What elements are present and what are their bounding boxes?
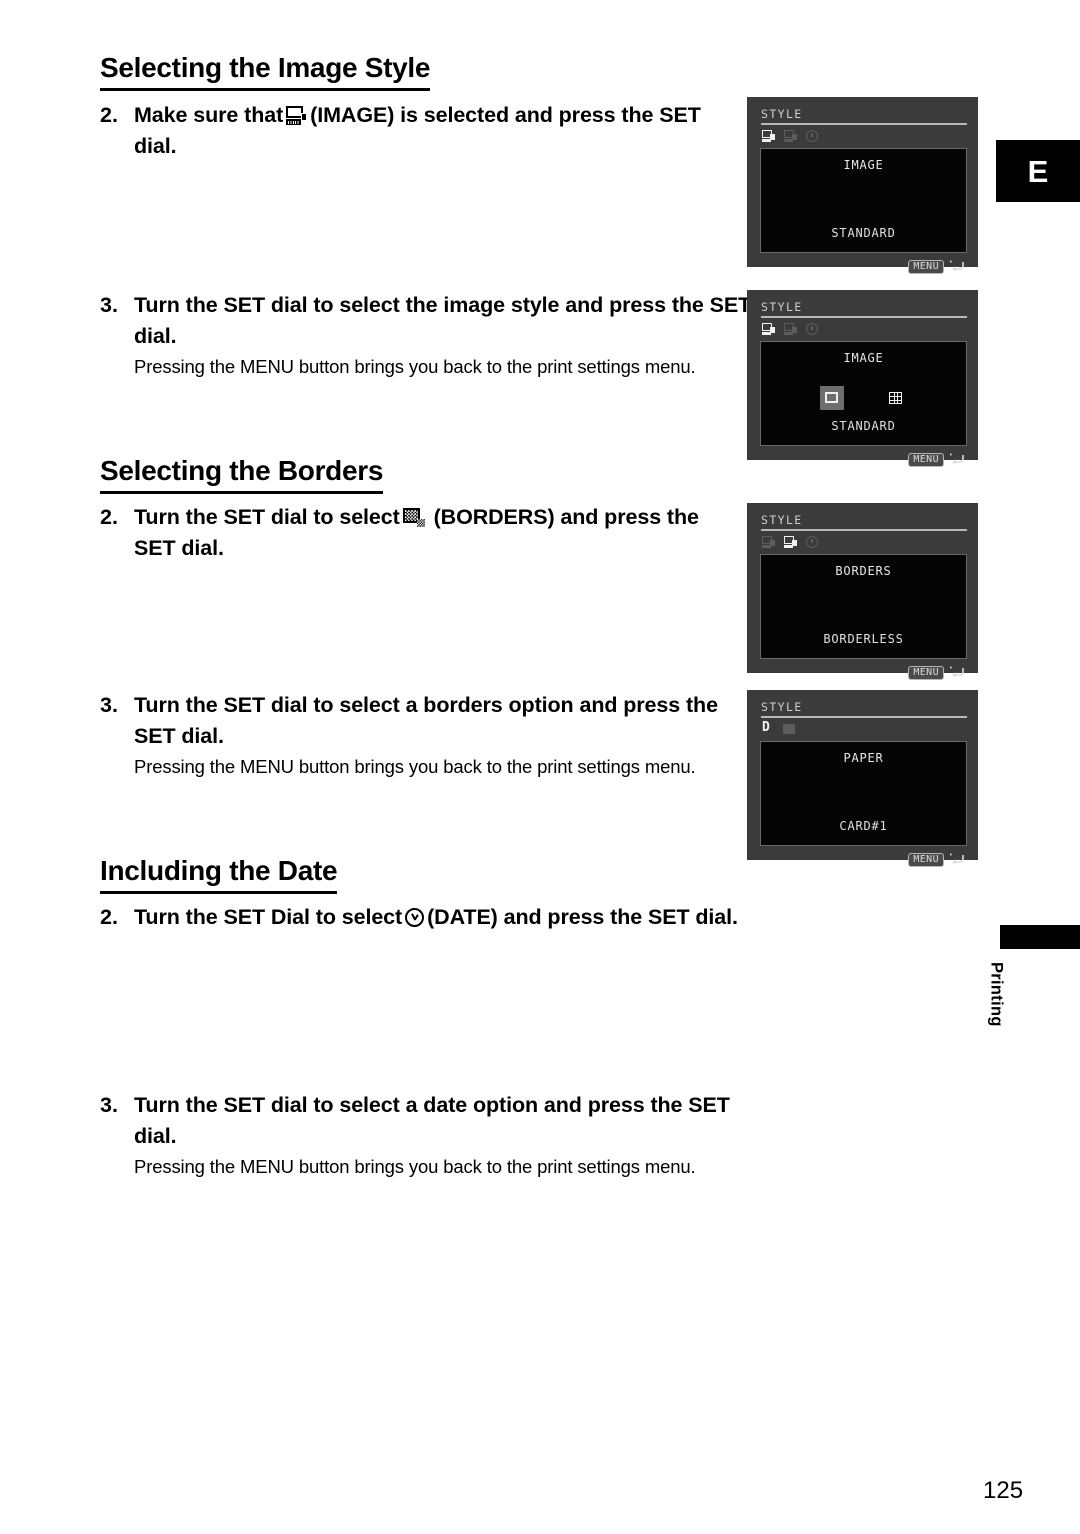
step-number: 2. <box>100 505 118 529</box>
lcd-body: IMAGE STANDARD <box>760 147 967 253</box>
date-clock-icon <box>405 908 425 927</box>
step-image-style-2: 2. Make sure that (IMAGE) is selected and… <box>100 100 730 161</box>
lcd-screenshot-image-options: STYLE IMAGE STANDARD MENU <box>747 290 978 467</box>
edge-tab-marker <box>1000 925 1080 949</box>
borders-tab-icon[interactable] <box>784 130 797 142</box>
step-note: Pressing the MENU button brings you back… <box>134 1156 696 1178</box>
borders-tab-icon[interactable] <box>784 323 797 335</box>
step-number: 3. <box>100 693 118 717</box>
step-number: 2. <box>100 103 118 127</box>
lcd-body: IMAGE STANDARD <box>760 340 967 446</box>
lcd-tab-row <box>762 322 967 337</box>
lcd-divider <box>761 715 967 718</box>
lcd-item-label: IMAGE <box>843 157 884 172</box>
menu-button[interactable]: MENU <box>908 452 944 467</box>
menu-button[interactable]: MENU <box>908 665 944 680</box>
lcd-title: STYLE <box>761 513 803 527</box>
lcd-item-label: BORDERS <box>835 563 892 578</box>
lcd-item-label: IMAGE <box>843 350 884 365</box>
lcd-value-label: BORDERLESS <box>823 631 904 646</box>
borders-tab-icon[interactable] <box>784 536 797 548</box>
step-borders-3: 3. Turn the SET dial to select a borders… <box>100 690 755 781</box>
page-number: 125 <box>983 1477 1024 1504</box>
lcd-body: BORDERS BORDERLESS <box>760 553 967 659</box>
lcd-divider <box>761 122 967 125</box>
image-tab-icon[interactable] <box>762 536 775 548</box>
step-date-2: 2. Turn the SET Dial to select (DATE) and… <box>100 902 755 933</box>
date-tab-icon[interactable] <box>806 323 818 335</box>
step-title-after: (DATE) and press the SET dial. <box>427 905 738 929</box>
grid-frame-option[interactable] <box>884 386 908 410</box>
step-number: 2. <box>100 905 118 929</box>
return-arrow-icon <box>949 260 965 273</box>
lcd-divider <box>761 315 967 318</box>
step-title-before: Turn the SET Dial to select <box>134 905 403 929</box>
lcd-screenshot-borders: STYLE BORDERS BORDERLESS MENU <box>747 503 978 680</box>
step-title: Make sure that (IMAGE) is selected and pr… <box>134 100 730 161</box>
step-note: Pressing the MENU button brings you back… <box>134 756 696 778</box>
second-tab-icon[interactable] <box>783 724 795 734</box>
step-note: Pressing the MENU button brings you back… <box>134 356 696 378</box>
lcd-title: STYLE <box>761 300 803 314</box>
lcd-footer: MENU <box>760 259 967 274</box>
lcd-title: STYLE <box>761 700 803 714</box>
lcd-tab-row <box>762 721 967 737</box>
lcd-footer: MENU <box>760 852 967 867</box>
lcd-value-label: STANDARD <box>831 225 896 240</box>
return-arrow-icon <box>949 666 965 679</box>
step-number: 3. <box>100 293 118 317</box>
date-tab-icon[interactable] <box>806 130 818 142</box>
lcd-tab-row <box>762 129 967 144</box>
step-title: Turn the SET dial to select (BORDERS) an… <box>134 502 730 563</box>
step-borders-2: 2. Turn the SET dial to select (BORDERS)… <box>100 502 730 563</box>
lcd-footer: MENU <box>760 452 967 467</box>
step-number: 3. <box>100 1093 118 1117</box>
return-arrow-icon <box>949 453 965 466</box>
section-heading-date: Including the Date <box>100 855 338 895</box>
menu-button[interactable]: MENU <box>908 259 944 274</box>
paper-tab-icon[interactable] <box>762 721 774 736</box>
borders-icon <box>402 508 425 527</box>
lcd-body: PAPER CARD#1 <box>760 740 967 846</box>
edge-tab-letter: E <box>1027 153 1049 189</box>
single-frame-option[interactable] <box>819 385 844 410</box>
step-title: Turn the SET dial to select a date optio… <box>134 1093 730 1148</box>
step-title-before: Make sure that <box>134 103 284 127</box>
image-tab-icon[interactable] <box>762 323 775 335</box>
section-heading-borders: Selecting the Borders <box>100 455 383 495</box>
lcd-value-label: CARD#1 <box>839 818 888 833</box>
manual-page: Selecting the Image Style 2. Make sure t… <box>0 0 1080 1534</box>
section-heading-image-style: Selecting the Image Style <box>100 52 430 92</box>
lcd-item-label: PAPER <box>843 750 884 765</box>
return-arrow-icon <box>949 853 965 866</box>
lcd-footer: MENU <box>760 665 967 680</box>
step-title: Turn the SET Dial to select (DATE) and pr… <box>134 902 755 933</box>
step-image-style-3: 3. Turn the SET dial to select the image… <box>100 290 755 381</box>
step-date-3: 3. Turn the SET dial to select a date op… <box>100 1090 755 1181</box>
chapter-side-label: Printing <box>987 962 1006 1027</box>
menu-button[interactable]: MENU <box>908 852 944 867</box>
image-tab-icon[interactable] <box>762 130 775 142</box>
lcd-screenshot-image-standard: STYLE IMAGE STANDARD MENU <box>747 97 978 274</box>
lcd-value-label: STANDARD <box>831 418 896 433</box>
lcd-divider <box>761 528 967 531</box>
lcd-title: STYLE <box>761 107 803 121</box>
lcd-option-row <box>761 385 966 410</box>
date-tab-icon[interactable] <box>806 536 818 548</box>
edge-tab-letter-block: E <box>996 140 1080 202</box>
lcd-screenshot-paper: STYLE PAPER CARD#1 MENU <box>747 690 978 867</box>
image-icon <box>286 106 308 125</box>
step-title: Turn the SET dial to select a borders op… <box>134 693 718 748</box>
lcd-tab-row <box>762 535 967 550</box>
step-title-before: Turn the SET dial to select <box>134 505 400 529</box>
step-title: Turn the SET dial to select the image st… <box>134 293 752 348</box>
